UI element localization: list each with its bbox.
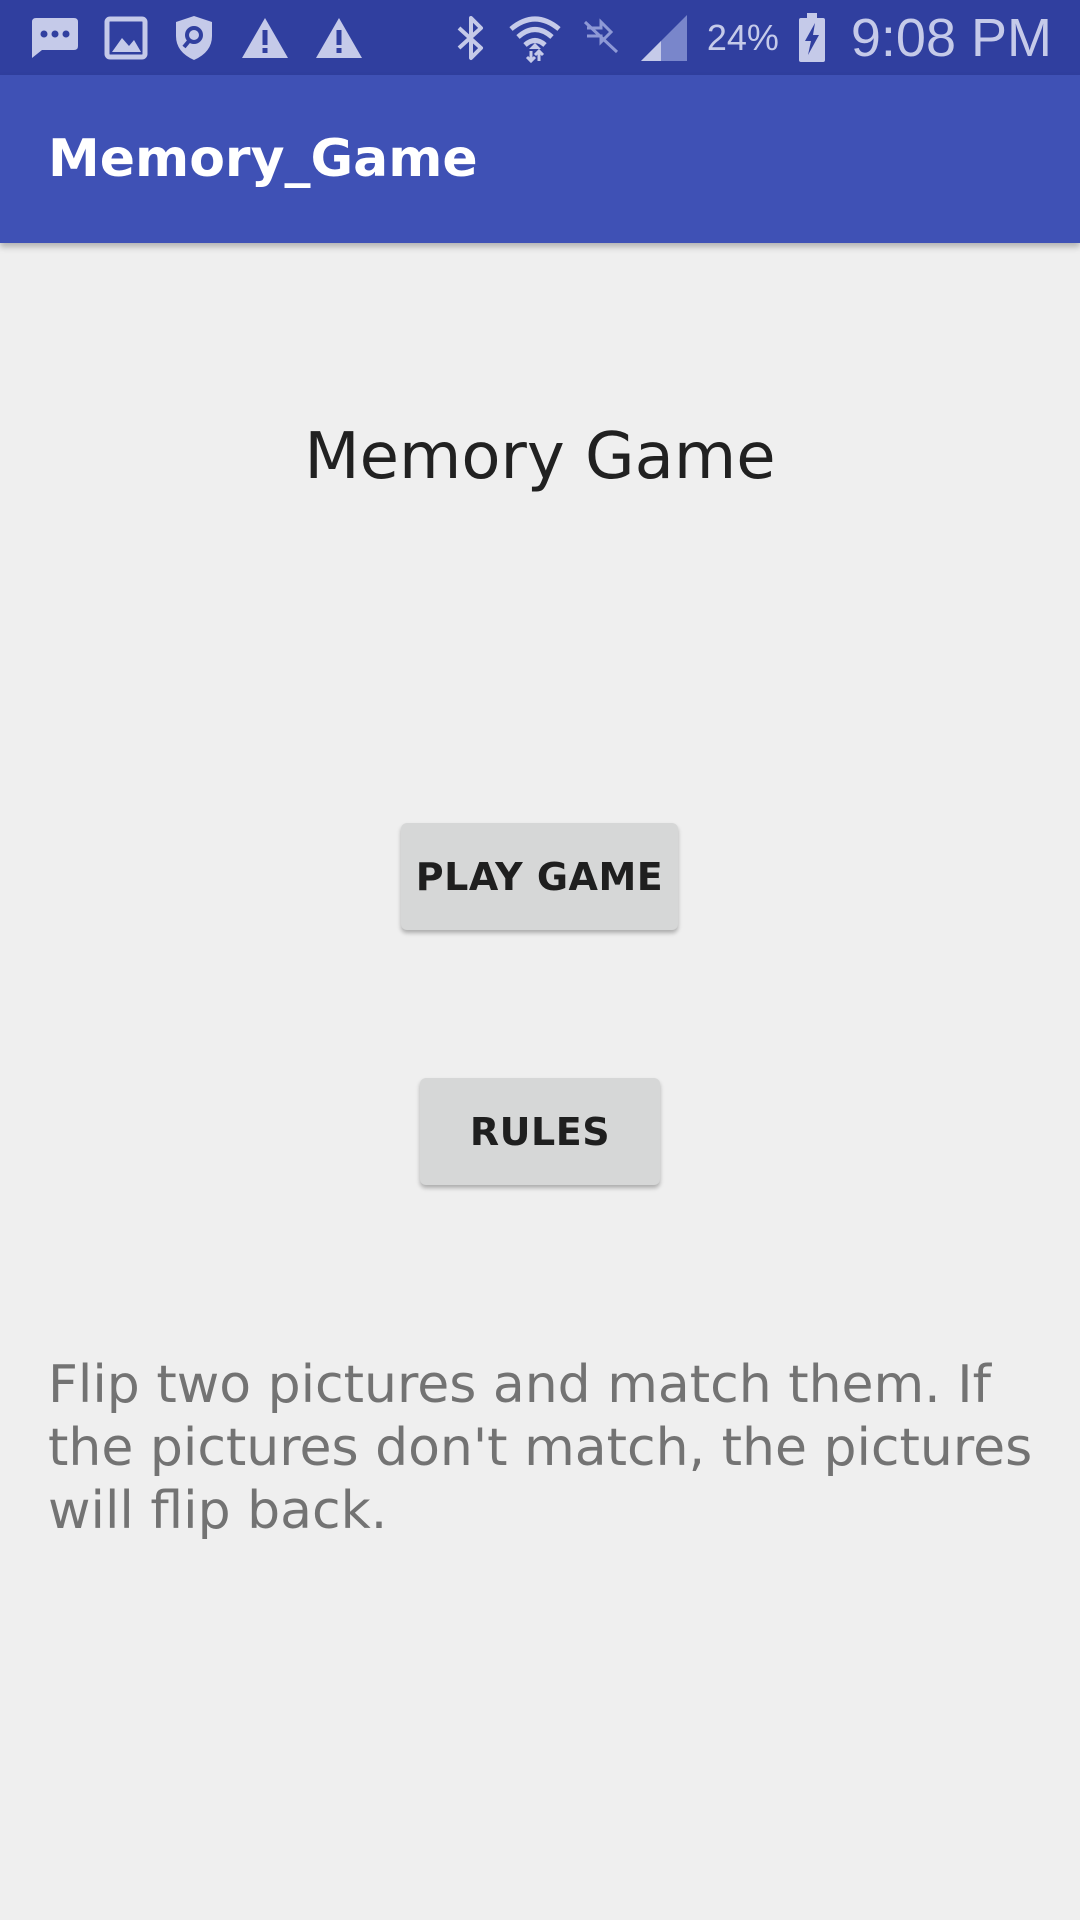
shield-search-icon bbox=[172, 14, 216, 62]
image-icon bbox=[104, 16, 148, 60]
status-notifications bbox=[28, 12, 364, 64]
warning-icon bbox=[240, 16, 290, 60]
data-off-icon bbox=[581, 17, 621, 58]
chat-bubble-icon bbox=[28, 16, 80, 60]
clock: 9:08 PM bbox=[850, 7, 1052, 68]
app-title: Memory_Game bbox=[48, 129, 478, 189]
battery-charging-icon bbox=[797, 12, 827, 63]
warning-icon bbox=[314, 16, 364, 60]
wifi-icon bbox=[507, 13, 563, 63]
play-game-button[interactable]: PLAY GAME bbox=[401, 823, 678, 930]
signal-icon bbox=[639, 13, 689, 63]
page-title: Memory Game bbox=[304, 420, 776, 494]
bluetooth-icon bbox=[453, 14, 489, 62]
app-bar: Memory_Game bbox=[0, 75, 1080, 243]
status-system: 24% 9:08 PM bbox=[453, 0, 1052, 75]
rules-description: Flip two pictures and match them. If the… bbox=[48, 1355, 1033, 1541]
battery-percent: 24% bbox=[706, 16, 779, 58]
rules-button[interactable]: RULES bbox=[420, 1078, 660, 1185]
status-bar: 24% 9:08 PM bbox=[0, 0, 1080, 75]
